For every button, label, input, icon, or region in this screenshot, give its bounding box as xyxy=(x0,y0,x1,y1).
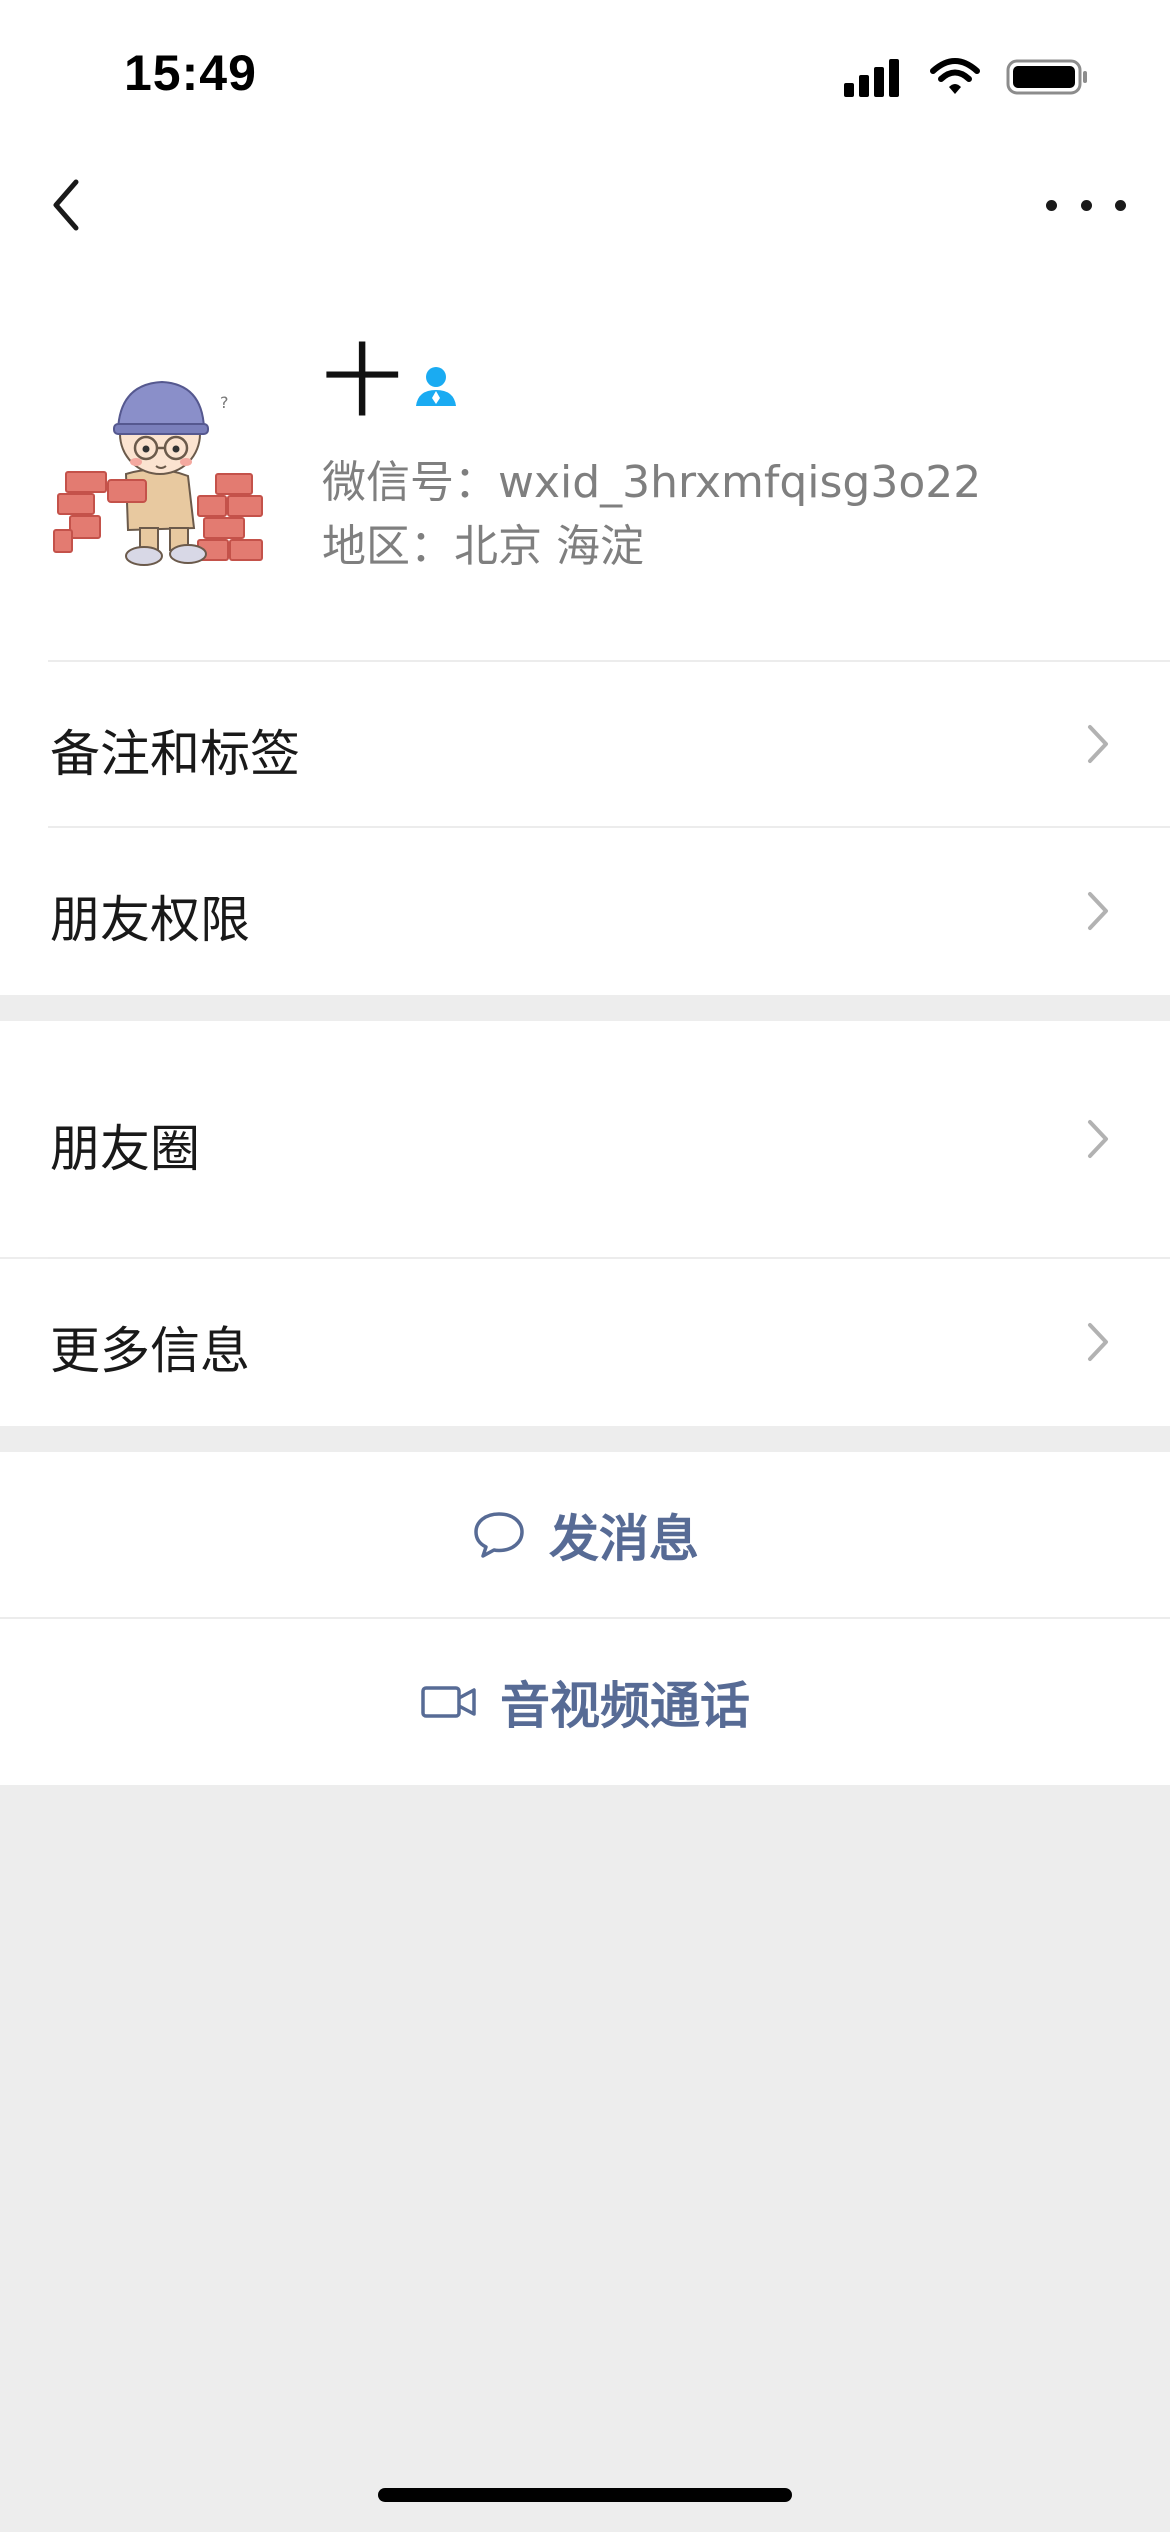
home-indicator xyxy=(378,2488,792,2502)
chevron-right-icon xyxy=(1088,892,1108,930)
more-info-row[interactable]: 更多信息 xyxy=(0,1259,1170,1426)
chevron-right-icon xyxy=(1088,725,1108,763)
more-dot xyxy=(1046,199,1057,211)
svg-text:?: ? xyxy=(220,393,229,412)
status-icons xyxy=(844,52,1090,102)
send-message-button[interactable]: 发消息 xyxy=(0,1452,1170,1618)
cartoon-builder-avatar-image: ? xyxy=(53,380,263,566)
chat-bubble-icon xyxy=(474,1512,524,1558)
notes-tags-row[interactable]: 备注和标签 xyxy=(0,662,1170,826)
wifi-icon xyxy=(930,58,980,94)
video-camera-icon xyxy=(421,1686,476,1718)
chevron-right-icon xyxy=(1088,1323,1108,1361)
battery-icon xyxy=(1006,59,1087,95)
chevron-left-icon xyxy=(53,179,79,231)
more-dot xyxy=(1080,199,1092,211)
avatar[interactable]: ? xyxy=(48,352,272,576)
section-gap xyxy=(0,995,1170,1021)
more-options-button[interactable] xyxy=(1046,180,1126,230)
friend-permissions-label: 朋友权限 xyxy=(50,891,250,949)
profile-name: 十 xyxy=(322,335,402,428)
notes-tags-label: 备注和标签 xyxy=(50,725,300,783)
send-message-label: 发消息 xyxy=(549,1510,699,1568)
chevron-right-icon xyxy=(1088,1120,1108,1158)
friend-permissions-row[interactable]: 朋友权限 xyxy=(0,828,1170,995)
av-call-button[interactable]: 音视频通话 xyxy=(0,1619,1170,1785)
more-info-label: 更多信息 xyxy=(50,1322,250,1380)
back-button[interactable] xyxy=(40,170,110,240)
status-time: 15:49 xyxy=(124,45,257,101)
moments-row[interactable]: 朋友圈 xyxy=(0,1021,1170,1257)
av-call-label: 音视频通话 xyxy=(500,1677,750,1735)
section-gap xyxy=(0,1426,1170,1452)
region: 地区：北京 海淀 xyxy=(322,521,644,572)
cellular-signal-icon xyxy=(844,59,899,97)
person-badge-icon xyxy=(416,367,456,406)
moments-label: 朋友圈 xyxy=(50,1120,200,1178)
more-dot xyxy=(1115,199,1126,211)
wechat-id: 微信号：wxid_3hrxmfqisg3o22 xyxy=(322,457,982,508)
